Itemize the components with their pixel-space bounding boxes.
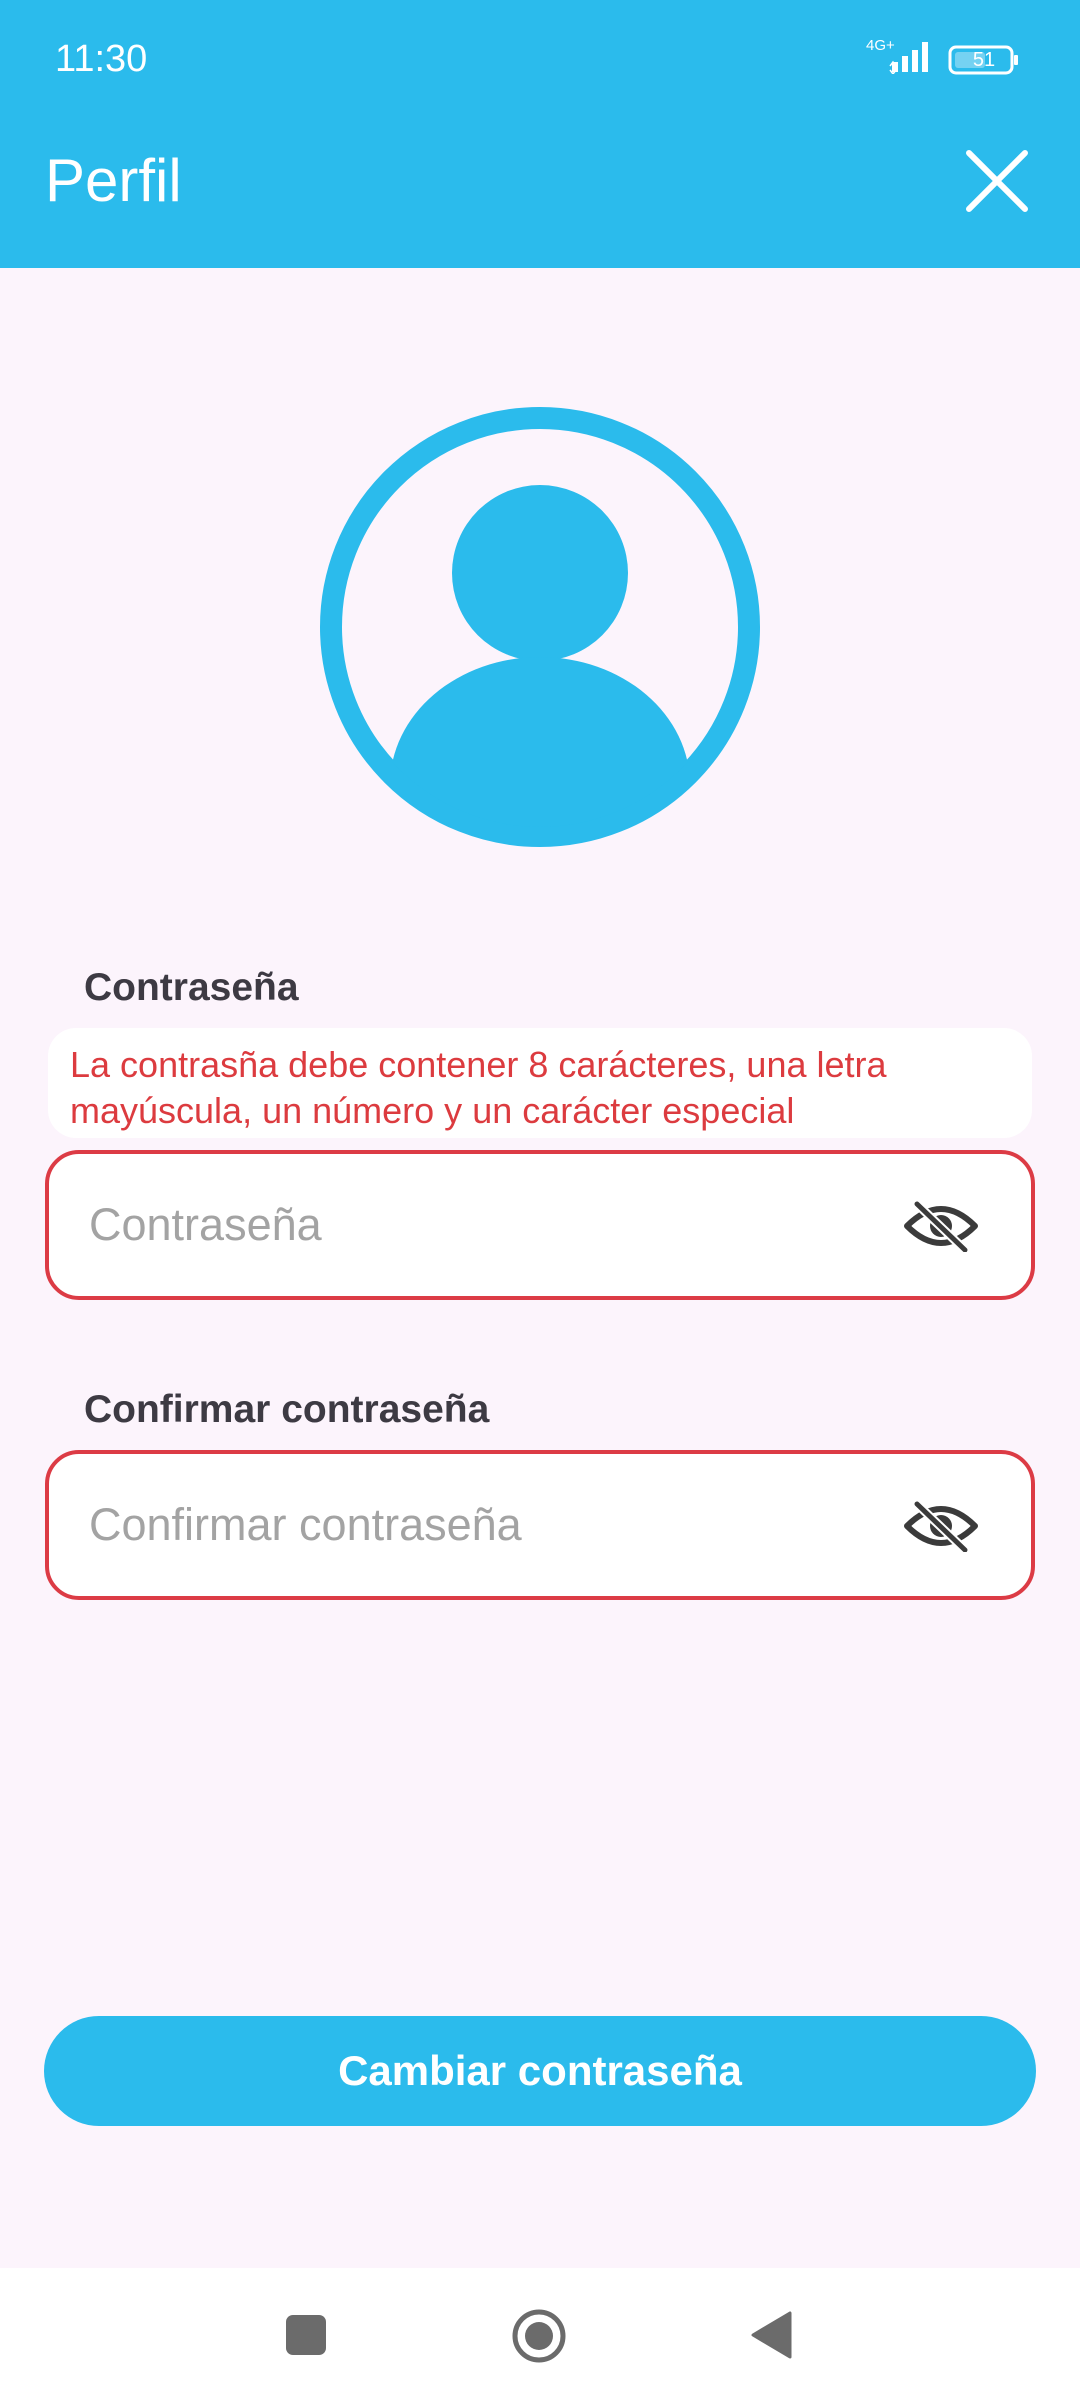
- system-nav-bar: [0, 2268, 1080, 2400]
- toggle-password-visibility-button[interactable]: [903, 1199, 979, 1255]
- confirm-password-label: Confirmar contraseña: [84, 1388, 490, 1431]
- toggle-confirm-password-visibility-button[interactable]: [903, 1499, 979, 1555]
- status-time: 11:30: [55, 38, 148, 80]
- app-bar: 11:30 4G+ 51 Perfil: [0, 0, 1080, 268]
- home-circle-icon[interactable]: [511, 2308, 567, 2364]
- eye-off-icon: [904, 1499, 978, 1555]
- change-password-button[interactable]: Cambiar contraseña: [44, 2016, 1036, 2126]
- signal-icon: [889, 42, 928, 74]
- profile-screen: 11:30 4G+ 51 Perfil Contraseña La contra…: [0, 0, 1080, 2400]
- password-requirements-error: La contrasña debe contener 8 carácteres,…: [48, 1028, 1032, 1138]
- password-input[interactable]: [89, 1154, 889, 1296]
- eye-off-icon: [904, 1199, 978, 1255]
- page-title: Perfil: [45, 147, 182, 214]
- battery-icon: 51: [948, 44, 1020, 76]
- close-icon: [966, 150, 1028, 212]
- confirm-password-input[interactable]: [89, 1454, 889, 1596]
- back-triangle-icon[interactable]: [750, 2311, 792, 2359]
- recents-square-icon[interactable]: [286, 2315, 326, 2355]
- confirm-password-field: [45, 1450, 1035, 1600]
- password-field: [45, 1150, 1035, 1300]
- battery-level: 51: [972, 49, 996, 71]
- close-button[interactable]: [962, 146, 1032, 216]
- user-avatar-icon: [320, 407, 760, 847]
- password-label: Contraseña: [84, 966, 299, 1009]
